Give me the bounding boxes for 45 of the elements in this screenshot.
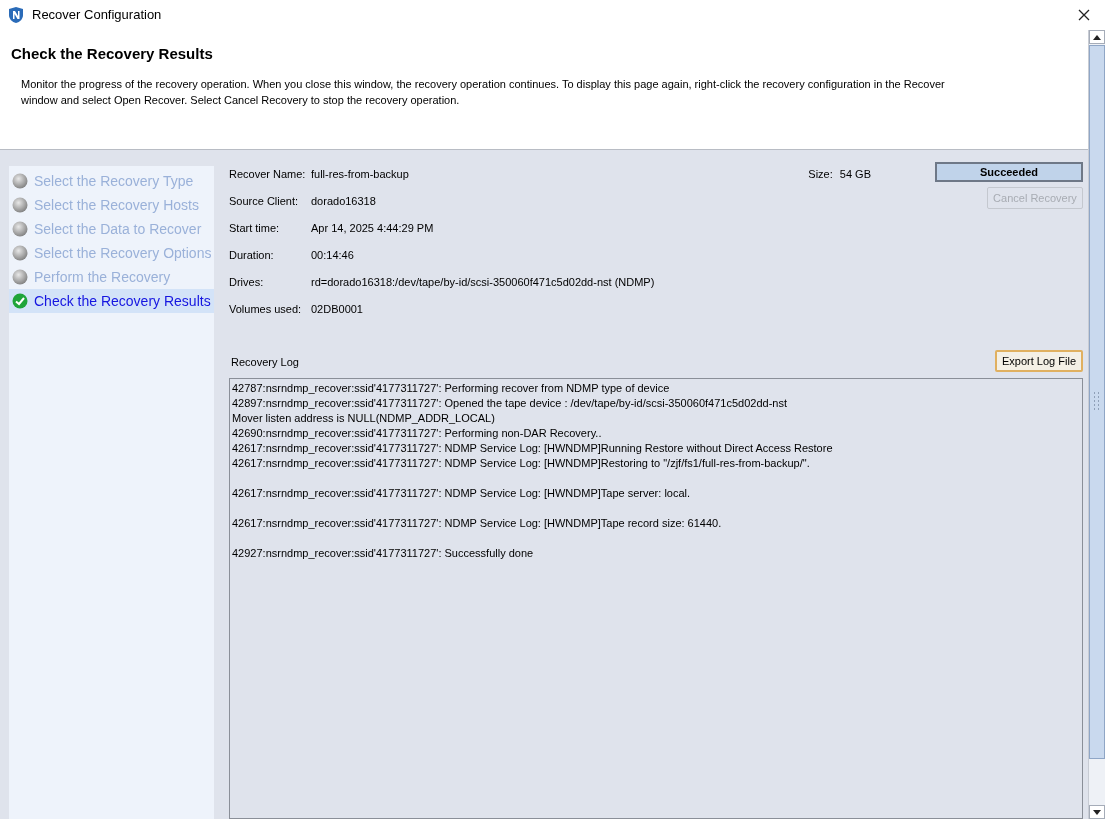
scroll-down-icon[interactable] [1089,805,1105,819]
log-line: 42617:nsrndmp_recover:ssid'4177311727': NDMP Service Log: [HWNDMP]Running Restore without Direct Access Restore [232,441,833,456]
step-item[interactable]: Select the Data to Recover [9,217,214,241]
size-label: Size: [808,167,833,180]
field-value: dorado16318 [311,194,376,209]
step-item[interactable]: Check the Recovery Results [9,289,214,313]
step-item[interactable]: Perform the Recovery [9,265,214,289]
field-label: Start time: [229,221,281,236]
field-label: Recover Name: [229,167,307,182]
check-icon [12,293,28,309]
page-description: Monitor the progress of the recovery operation. When you close this window, the recovery operation continues. To display this page again, right-click the recovery configuration in the Recover window and select Open Recover. Select Cancel Recovery to stop the recovery operation. [21,76,946,108]
shield-logo-icon [8,6,24,24]
log-line: 42927:nsrndmp_recover:ssid'4177311727': Successfully done [232,546,534,561]
field-label: Source Client: [229,194,300,209]
ball-icon [12,197,28,213]
step-item[interactable]: Select the Recovery Hosts [9,193,214,217]
log-line: 42787:nsrndmp_recover:ssid'4177311727': Performing recover from NDMP type of device [232,381,670,396]
field-label: Volumes used: [229,302,303,317]
log-line: 42690:nsrndmp_recover:ssid'4177311727': Performing non-DAR Recovery.. [232,426,602,441]
page-heading: Check the Recovery Results [11,44,214,64]
log-line: Mover listen address is NULL(NDMP_ADDR_LOCAL) [232,411,495,426]
field-label: Drives: [229,275,265,290]
log-line: 42617:nsrndmp_recover:ssid'4177311727': NDMP Service Log: [HWNDMP]Tape server: local. [232,486,691,501]
log-heading: Recovery Log [231,354,299,370]
status-indicator: Succeeded [935,162,1083,182]
log-line: 42897:nsrndmp_recover:ssid'4177311727': Opened the tape device : /dev/tape/by-id/scsi-350060f471c5d02dd-nst [232,396,787,411]
ball-icon [12,245,28,261]
close-icon [1078,9,1090,21]
field-value: rd=dorado16318:/dev/tape/by-id/scsi-350060f471c5d02dd-nst (NDMP) [311,275,655,290]
scroll-up-icon[interactable] [1089,30,1105,44]
ball-icon [12,173,28,189]
log-line: 42617:nsrndmp_recover:ssid'4177311727': NDMP Service Log: [HWNDMP]Restoring to "/zjf/fs1/full-res-from-backup/". [232,456,810,471]
field-value: full-res-from-backup [311,167,409,182]
size-value: 54 GB [839,167,871,180]
ball-icon [12,221,28,237]
log-line: 42617:nsrndmp_recover:ssid'4177311727': NDMP Service Log: [HWNDMP]Tape record size: 61440. [232,516,722,531]
export-log-button[interactable]: Export Log File [995,350,1083,372]
field-value: 00:14:46 [311,248,354,263]
field-value: Apr 14, 2025 4:44:29 PM [311,221,434,236]
step-item[interactable]: Select the Recovery Options [9,241,214,265]
field-label: Duration: [229,248,275,263]
window-title: Recover Configuration [32,6,162,25]
field-value: 02DB0001 [311,302,363,317]
step-item[interactable]: Select the Recovery Type [9,169,214,193]
ball-icon [12,269,28,285]
